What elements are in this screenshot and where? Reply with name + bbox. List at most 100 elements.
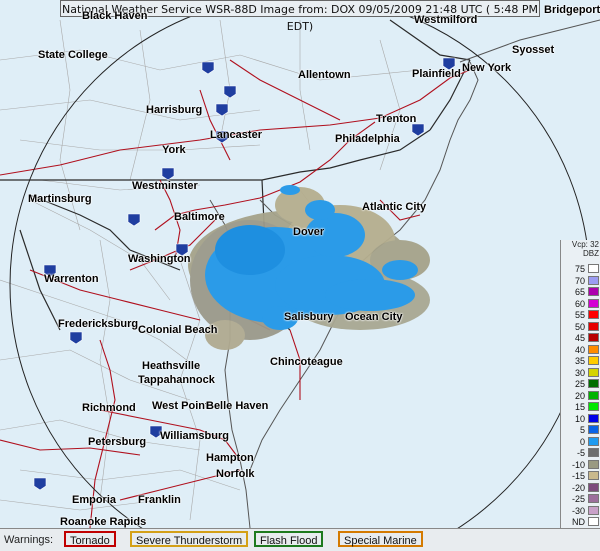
legend-entry: ND: [561, 517, 600, 527]
city-label: Colonial Beach: [138, 324, 218, 336]
city-label: State College: [38, 49, 108, 61]
legend-entry-swatch: [588, 344, 599, 354]
legend-entry: -25: [561, 494, 600, 504]
legend-entry: 10: [561, 413, 600, 424]
legend-entry-swatch: [588, 471, 599, 480]
legend-entry-label: 35: [574, 356, 585, 366]
city-label: Fredericksburg: [58, 318, 139, 330]
warning-special-marine[interactable]: Special Marine: [338, 531, 423, 547]
legend-entry: -30: [561, 505, 600, 516]
legend-entry-label: -15: [571, 471, 585, 481]
legend-entry-swatch: [588, 413, 599, 423]
legend-entry: 75: [561, 264, 600, 274]
legend-entry-label: 0: [579, 436, 585, 447]
legend-entry-label: 55: [574, 310, 585, 320]
legend-entry-label: -30: [571, 505, 585, 516]
legend-entry-label: 25: [574, 379, 585, 389]
warning-flash-flood[interactable]: Flash Flood: [254, 531, 324, 547]
legend-entry-swatch: [588, 390, 599, 400]
city-label: Richmond: [82, 402, 136, 414]
city-label: Bridgeport: [544, 4, 600, 16]
city-label: Atlantic City: [362, 201, 427, 213]
legend-entry: 20: [561, 390, 600, 401]
legend-entry-swatch: [588, 459, 599, 469]
legend-entry-swatch: [588, 505, 599, 515]
legend-entry: 30: [561, 367, 600, 378]
legend-entry-swatch: [588, 482, 599, 492]
reflectivity-legend: Vcp: 32 DBZ 75 70 65 60 55 50 45 40 35 30 25 20 15 10…: [560, 240, 600, 540]
warning-tornado[interactable]: Tornado: [64, 531, 116, 547]
city-label: Hampton: [206, 452, 254, 464]
city-label: Westminster: [132, 180, 198, 192]
legend-entry-label: -5: [576, 448, 585, 458]
legend-entry-swatch: [588, 425, 599, 434]
legend-entry-swatch: [588, 517, 599, 526]
city-label: Allentown: [298, 69, 351, 81]
legend-entry: 5: [561, 425, 600, 435]
legend-entry: 35: [561, 356, 600, 366]
warnings-bar: Warnings: Tornado Severe Thunderstorm Fl…: [0, 528, 600, 551]
legend-entry: -20: [561, 482, 600, 493]
legend-entry: 0: [561, 436, 600, 447]
city-label: Petersburg: [88, 436, 147, 448]
legend-entry: -10: [561, 459, 600, 470]
legend-entry: -5: [561, 448, 600, 458]
legend-entry-label: 40: [574, 344, 585, 355]
city-label: Lancaster: [210, 129, 262, 141]
city-label: Dover: [293, 226, 325, 238]
legend-entry-label: -20: [571, 482, 585, 493]
city-label: Baltimore: [174, 211, 225, 223]
city-label: Heathsville: [142, 360, 201, 372]
legend-entry-swatch: [588, 287, 599, 296]
legend-entry-swatch: [588, 379, 599, 388]
city-label: West Point: [152, 400, 209, 412]
city-label: Williamsburg: [160, 430, 229, 442]
legend-entry-label: 5: [579, 425, 585, 435]
warnings-label: Warnings:: [4, 534, 54, 546]
legend-entry-label: 70: [574, 275, 585, 286]
legend-entry: 15: [561, 402, 600, 412]
legend-entry: 25: [561, 379, 600, 389]
legend-entry: 70: [561, 275, 600, 286]
city-label: Tappahannock: [138, 374, 215, 386]
legend-entry-label: 15: [574, 402, 585, 412]
legend-entry: 65: [561, 287, 600, 297]
legend-entry-swatch: [588, 436, 599, 446]
legend-entry-label: 65: [574, 287, 585, 297]
legend-entry-swatch: [588, 402, 599, 411]
city-label: Franklin: [138, 494, 181, 506]
legend-entry-label: 20: [574, 390, 585, 401]
legend-entry-label: 60: [574, 298, 585, 309]
warning-severe-thunderstorm[interactable]: Severe Thunderstorm: [130, 531, 249, 547]
city-label: Roanoke Rapids: [60, 516, 147, 528]
legend-unit-label: DBZ: [583, 249, 599, 258]
legend-entry: 40: [561, 344, 600, 355]
legend-entry-swatch: [588, 321, 599, 331]
legend-entry-swatch: [588, 448, 599, 457]
legend-entry-label: -10: [571, 459, 585, 470]
legend-entry-swatch: [588, 333, 599, 342]
city-label: Warrenton: [44, 273, 99, 285]
legend-entry-swatch: [588, 310, 599, 319]
city-label: Harrisburg: [146, 104, 203, 116]
city-label: Salisbury: [284, 311, 334, 323]
city-label: Westmilford: [414, 14, 478, 26]
legend-entry: 50: [561, 321, 600, 332]
legend-entry: 60: [561, 298, 600, 309]
city-label: Washington: [128, 253, 191, 265]
legend-entry-label: 10: [574, 413, 585, 424]
legend-entry: 45: [561, 333, 600, 343]
city-label: Chincoteague: [270, 356, 343, 368]
legend-entry-swatch: [588, 275, 599, 285]
legend-entry-swatch: [588, 264, 599, 273]
city-label: New York: [462, 62, 512, 74]
legend-entry-label: 50: [574, 321, 585, 332]
city-label: Ocean City: [345, 311, 403, 323]
legend-entry-label: 75: [574, 264, 585, 274]
legend-entry-label: 45: [574, 333, 585, 343]
city-label: Belle Haven: [206, 400, 269, 412]
legend-entry-swatch: [588, 494, 599, 503]
legend-entry-swatch: [588, 367, 599, 377]
legend-entry-swatch: [588, 356, 599, 365]
legend-mode-label: Vcp: 32: [571, 240, 599, 249]
